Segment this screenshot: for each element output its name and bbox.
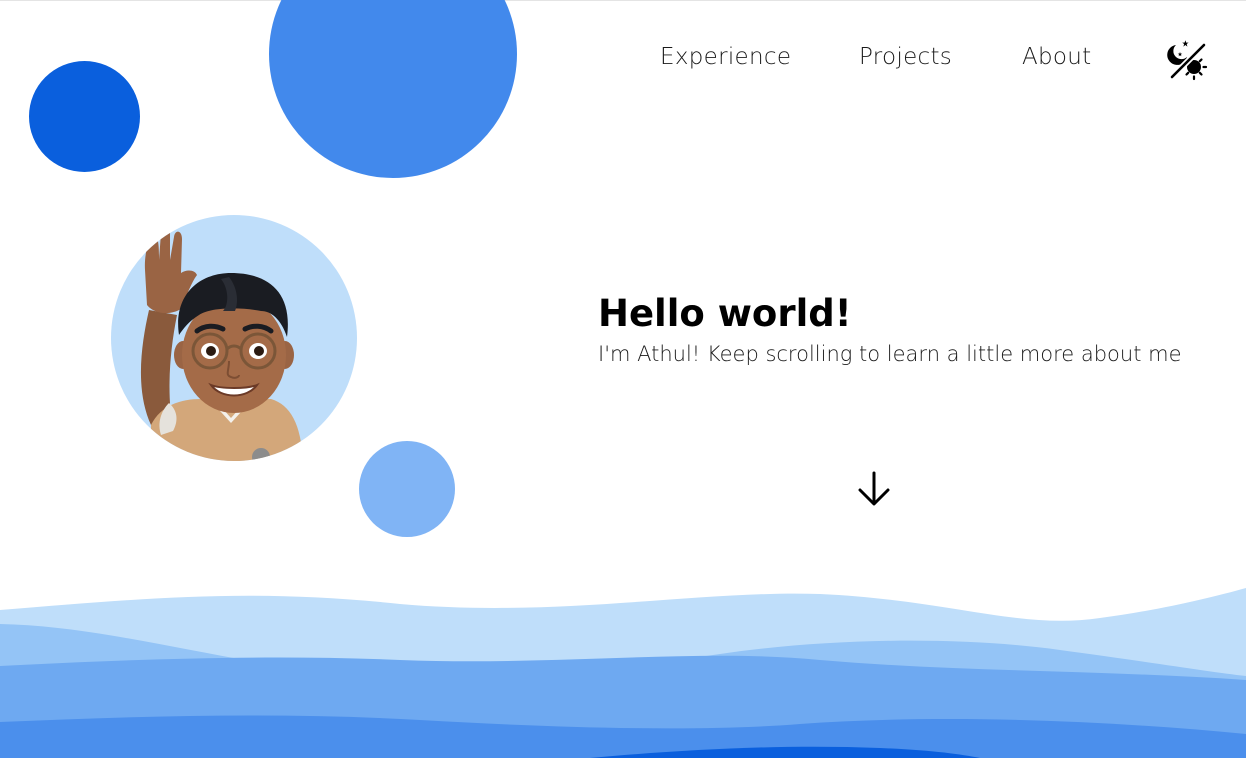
hero-title: Hello world! xyxy=(598,292,852,335)
page: Experience Projects About Hello world! I… xyxy=(0,0,1246,758)
scroll-down-button[interactable] xyxy=(855,470,893,508)
nav-link-projects[interactable]: Projects xyxy=(859,44,952,80)
decorative-circle-small xyxy=(359,441,455,537)
hero-subtitle: I'm Athul! Keep scrolling to learn a lit… xyxy=(598,342,1182,366)
nav-link-experience[interactable]: Experience xyxy=(660,44,791,80)
nav-link-about[interactable]: About xyxy=(1022,44,1092,80)
top-divider xyxy=(0,0,1246,1)
decorative-circle-large xyxy=(269,0,517,178)
sun-moon-toggle-icon xyxy=(1167,40,1208,81)
wave-background xyxy=(0,588,1246,758)
avatar xyxy=(111,215,357,461)
arrow-down-icon xyxy=(858,471,890,506)
theme-toggle-button[interactable] xyxy=(1163,37,1211,85)
decorative-circle-dark xyxy=(29,61,140,172)
waving-memoji-avatar xyxy=(140,227,303,461)
